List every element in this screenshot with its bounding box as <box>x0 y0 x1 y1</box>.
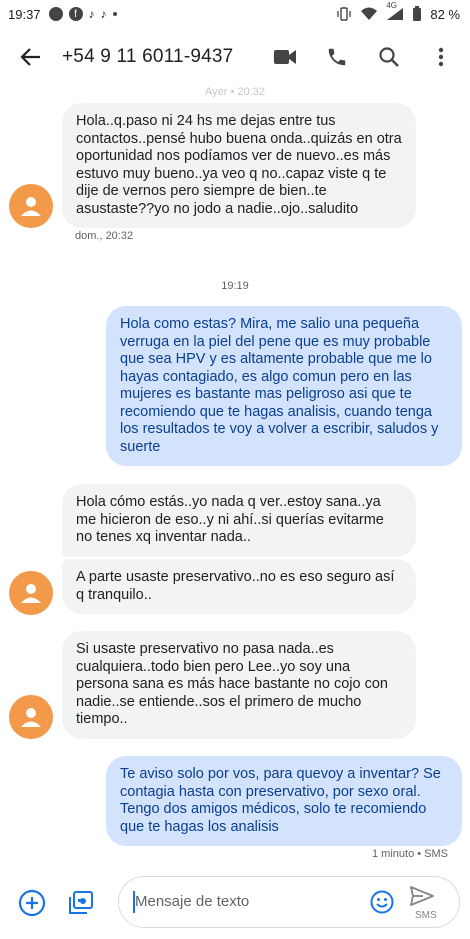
status-bar: 19:37 f ♪ ♪ 4G 82 % <box>0 0 470 28</box>
signal-icon: 4G <box>386 1 404 21</box>
message-bubble-outgoing[interactable]: Te aviso solo por vos, para quevoy a inv… <box>106 756 462 846</box>
back-button[interactable] <box>18 44 44 70</box>
composer-bar: Mensaje de texto SMS <box>0 860 470 939</box>
gallery-button[interactable] <box>66 888 96 918</box>
vibrate-icon <box>337 7 352 21</box>
contact-avatar[interactable] <box>9 695 53 739</box>
arrow-back-icon <box>20 48 40 66</box>
app-bar: +54 9 11 6011-9437 <box>0 28 470 86</box>
conversation[interactable]: Ayer • 20:32 Hola..q.paso ni 24 hs me de… <box>0 86 470 860</box>
person-icon <box>21 584 41 603</box>
message-bubble-incoming[interactable]: Hola..q.paso ni 24 hs me dejas entre tus… <box>62 103 416 228</box>
battery-percent: 82 % <box>430 6 460 22</box>
time-separator: 19:19 <box>221 280 249 292</box>
message-timestamp: dom., 20:32 <box>75 230 134 242</box>
add-circle-icon <box>18 889 46 917</box>
send-icon <box>410 886 434 906</box>
message-input[interactable]: Mensaje de texto SMS <box>118 876 460 928</box>
more-vert-icon <box>438 47 444 67</box>
contact-avatar[interactable] <box>9 184 53 228</box>
call-button[interactable] <box>324 44 350 70</box>
photo-library-icon <box>69 891 93 914</box>
person-icon <box>21 197 41 216</box>
message-bubble-incoming[interactable]: A parte usaste preservativo..no es eso s… <box>62 559 416 614</box>
wifi-icon <box>361 7 378 20</box>
emoji-button[interactable] <box>369 889 395 915</box>
search-icon <box>379 47 399 67</box>
contact-title[interactable]: +54 9 11 6011-9437 <box>62 46 233 68</box>
person-icon <box>21 708 41 727</box>
video-call-button[interactable] <box>272 44 298 70</box>
status-time: 19:37 <box>8 6 41 22</box>
date-separator-top: Ayer • 20:32 <box>205 86 265 98</box>
messenger-icon <box>48 7 63 21</box>
search-button[interactable] <box>376 44 402 70</box>
contact-avatar[interactable] <box>9 571 53 615</box>
battery-icon <box>413 6 422 21</box>
tiktok-icon: ♪ <box>100 7 107 21</box>
more-notifications-icon <box>112 12 117 16</box>
emoji-icon <box>370 890 394 914</box>
message-bubble-incoming[interactable]: Hola cómo estás..yo nada q ver..estoy sa… <box>62 484 416 557</box>
message-status: 1 minuto • SMS <box>372 848 448 860</box>
message-bubble-outgoing[interactable]: Hola como estas? Mira, me salio una pequ… <box>106 306 462 466</box>
facebook-icon: f <box>68 7 83 21</box>
network-type: 4G <box>386 1 398 10</box>
video-camera-icon <box>274 50 296 64</box>
phone-icon <box>328 48 346 66</box>
message-placeholder: Mensaje de texto <box>135 893 250 910</box>
send-mode-label: SMS <box>415 910 437 921</box>
tiktok-icon: ♪ <box>88 7 95 21</box>
message-bubble-incoming[interactable]: Si usaste preservativo no pasa nada..es … <box>62 631 416 739</box>
add-attachment-button[interactable] <box>17 888 47 918</box>
more-options-button[interactable] <box>428 44 454 70</box>
